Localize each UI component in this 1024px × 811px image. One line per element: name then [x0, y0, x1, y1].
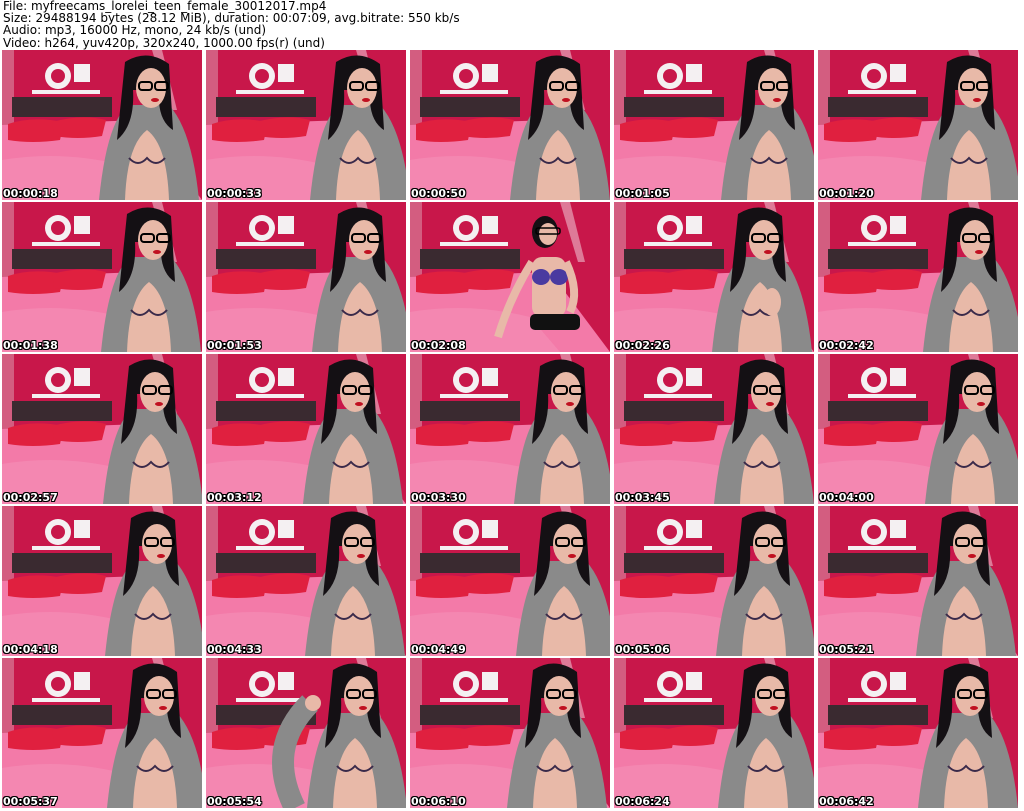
video-thumbnail: 00:03:45 — [614, 354, 814, 504]
file-info-header: File: myfreecams_lorelei_teen_female_300… — [3, 0, 1021, 50]
thumbnail-frame-image — [206, 506, 406, 656]
thumbnail-timestamp: 00:00:33 — [207, 187, 262, 200]
video-thumbnail: 00:01:05 — [614, 50, 814, 200]
thumbnail-frame-image — [206, 658, 406, 808]
video-thumbnail: 00:02:42 — [818, 202, 1018, 352]
video-thumbnail: 00:06:24 — [614, 658, 814, 808]
thumbnail-timestamp: 00:02:26 — [615, 339, 670, 352]
video-thumbnail: 00:05:54 — [206, 658, 406, 808]
thumbnail-timestamp: 00:01:20 — [819, 187, 874, 200]
thumbnail-timestamp: 00:06:42 — [819, 795, 874, 808]
thumbnail-timestamp: 00:05:37 — [3, 795, 58, 808]
video-thumbnail: 00:05:37 — [2, 658, 202, 808]
video-thumbnail: 00:06:42 — [818, 658, 1018, 808]
video-thumbnail: 00:05:06 — [614, 506, 814, 656]
thumbnail-timestamp: 00:04:49 — [411, 643, 466, 656]
video-thumbnail: 00:03:30 — [410, 354, 610, 504]
thumbnail-frame-image — [818, 506, 1018, 656]
thumbnail-frame-image — [818, 50, 1018, 200]
thumbnail-timestamp: 00:06:24 — [615, 795, 670, 808]
video-thumbnail: 00:05:21 — [818, 506, 1018, 656]
thumbnail-timestamp: 00:02:08 — [411, 339, 466, 352]
video-thumbnail: 00:04:18 — [2, 506, 202, 656]
thumbnail-frame-image — [206, 50, 406, 200]
thumbnail-timestamp: 00:05:21 — [819, 643, 874, 656]
video-thumbnail: 00:01:20 — [818, 50, 1018, 200]
video-thumbnail: 00:02:08 — [410, 202, 610, 352]
thumbnail-grid: 00:00:18 00:00:33 00:00:50 00:01:05 00:01:20… — [2, 50, 1022, 810]
thumbnail-timestamp: 00:06:10 — [411, 795, 466, 808]
thumbnail-timestamp: 00:05:54 — [207, 795, 262, 808]
thumbnail-timestamp: 00:03:30 — [411, 491, 466, 504]
video-thumbnail: 00:02:26 — [614, 202, 814, 352]
thumbnail-frame-image — [2, 506, 202, 656]
thumbnail-frame-image — [614, 658, 814, 808]
thumbnail-timestamp: 00:03:12 — [207, 491, 262, 504]
video-thumbnail: 00:00:18 — [2, 50, 202, 200]
thumbnail-frame-image — [206, 202, 406, 352]
video-thumbnail: 00:03:12 — [206, 354, 406, 504]
video-thumbnail: 00:04:33 — [206, 506, 406, 656]
thumbnail-frame-image — [2, 202, 202, 352]
thumbnail-timestamp: 00:04:00 — [819, 491, 874, 504]
thumbnail-timestamp: 00:05:06 — [615, 643, 670, 656]
thumbnail-frame-image — [614, 506, 814, 656]
video-thumbnail: 00:01:53 — [206, 202, 406, 352]
video-thumbnail: 00:02:57 — [2, 354, 202, 504]
thumbnail-timestamp: 00:01:05 — [615, 187, 670, 200]
video-thumbnail: 00:00:50 — [410, 50, 610, 200]
thumbnail-frame-image — [614, 202, 814, 352]
thumbnail-timestamp: 00:00:50 — [411, 187, 466, 200]
thumbnail-frame-image — [410, 506, 610, 656]
thumbnail-frame-image — [410, 658, 610, 808]
video-thumbnail: 00:06:10 — [410, 658, 610, 808]
thumbnail-timestamp: 00:04:33 — [207, 643, 262, 656]
thumbnail-timestamp: 00:04:18 — [3, 643, 58, 656]
thumbnail-frame-image — [2, 354, 202, 504]
video-thumbnail: 00:01:38 — [2, 202, 202, 352]
thumbnail-frame-image — [818, 354, 1018, 504]
thumbnail-timestamp: 00:02:57 — [3, 491, 58, 504]
thumbnail-frame-image — [2, 658, 202, 808]
video-line: Video: h264, yuv420p, 320x240, 1000.00 f… — [3, 35, 325, 50]
thumbnail-frame-image — [410, 202, 610, 352]
thumbnail-timestamp: 00:03:45 — [615, 491, 670, 504]
video-thumbnail: 00:04:00 — [818, 354, 1018, 504]
thumbnail-frame-image — [410, 50, 610, 200]
thumbnail-frame-image — [818, 658, 1018, 808]
audio-line: Audio: mp3, 16000 Hz, mono, 24 kb/s (und… — [3, 23, 267, 38]
thumbnail-frame-image — [2, 50, 202, 200]
thumbnail-timestamp: 00:01:53 — [207, 339, 262, 352]
thumbnail-frame-image — [614, 50, 814, 200]
thumbnail-frame-image — [818, 202, 1018, 352]
thumbnail-frame-image — [410, 354, 610, 504]
thumbnail-timestamp: 00:01:38 — [3, 339, 58, 352]
video-thumbnail: 00:00:33 — [206, 50, 406, 200]
thumbnail-timestamp: 00:02:42 — [819, 339, 874, 352]
thumbnail-timestamp: 00:00:18 — [3, 187, 58, 200]
thumbnail-frame-image — [206, 354, 406, 504]
thumbnail-frame-image — [614, 354, 814, 504]
video-thumbnail: 00:04:49 — [410, 506, 610, 656]
